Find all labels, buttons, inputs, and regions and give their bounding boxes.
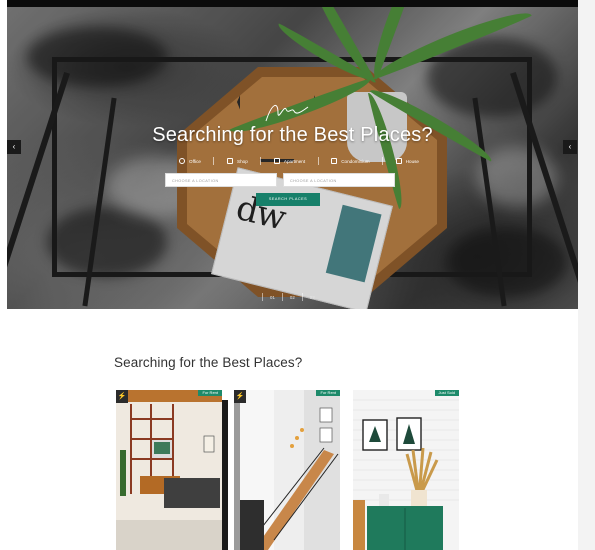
category-label: Office <box>189 158 201 164</box>
search-places-button[interactable]: SEARCH PLACES <box>256 193 320 206</box>
next-slide-button[interactable]: ‹ <box>563 140 577 154</box>
top-dark-strip <box>7 0 578 7</box>
property-photo <box>234 390 340 550</box>
category-apartment[interactable]: Apartment <box>273 158 306 164</box>
hero-banner: dw Searching for the Best Places? Office <box>7 7 578 309</box>
slide-pager: 01 02 03 <box>262 293 322 301</box>
category-label: Apartment <box>283 158 306 164</box>
category-house[interactable]: House <box>395 158 419 164</box>
bolt-icon: ⚡ <box>116 390 128 403</box>
shop-icon <box>227 158 234 164</box>
pager-item[interactable]: 02 <box>283 295 302 300</box>
property-photo <box>116 390 222 550</box>
status-badge: For Rent <box>316 390 340 396</box>
bolt-icon: ⚡ <box>234 390 246 403</box>
category-divider <box>317 157 319 165</box>
pager-item[interactable]: 01 <box>263 295 282 300</box>
signature-logo <box>265 105 309 122</box>
category-divider <box>260 157 262 165</box>
right-gutter <box>578 0 595 550</box>
property-card[interactable]: Just Sold <box>353 390 459 550</box>
hero-title: Searching for the Best Places? <box>152 124 433 146</box>
page: dw Searching for the Best Places? Office <box>0 0 595 550</box>
category-divider <box>382 157 384 165</box>
location-field-2[interactable]: CHOOSE A LOCATION <box>283 173 395 187</box>
prev-slide-button[interactable]: ‹ <box>7 140 21 154</box>
pager-item[interactable]: 03 <box>303 295 322 300</box>
category-row: Office Shop Apartment Condominium House <box>179 154 419 168</box>
category-office[interactable]: Office <box>179 158 201 164</box>
category-label: Condominium <box>341 158 370 164</box>
category-label: House <box>405 158 419 164</box>
category-condominium[interactable]: Condominium <box>331 158 370 164</box>
property-card[interactable]: ⚡ For Rent <box>234 390 340 550</box>
status-badge: Just Sold <box>434 390 459 396</box>
location-field-1[interactable]: CHOOSE A LOCATION <box>165 173 277 187</box>
apartment-icon <box>273 158 280 164</box>
category-divider <box>213 157 215 165</box>
house-icon <box>395 158 402 164</box>
category-label: Shop <box>237 158 248 164</box>
property-photo <box>353 390 459 550</box>
condominium-icon <box>331 158 338 164</box>
office-icon <box>179 158 185 164</box>
property-card[interactable]: ⚡ For Rent <box>116 390 222 550</box>
status-badge: For Rent <box>198 390 222 396</box>
category-shop[interactable]: Shop <box>227 158 248 164</box>
section-title: Searching for the Best Places? <box>114 355 303 370</box>
